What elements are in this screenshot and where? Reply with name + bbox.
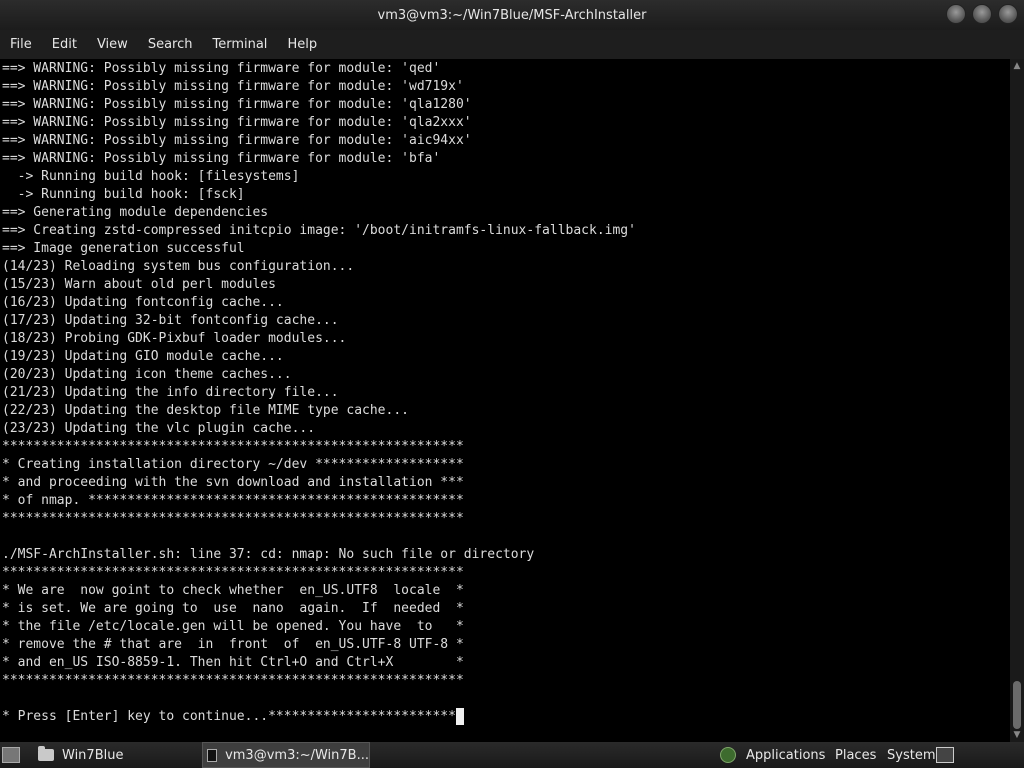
terminal-line: ./MSF-ArchInstaller.sh: line 37: cd: nma…: [2, 547, 535, 562]
window-titlebar[interactable]: vm3@vm3:~/Win7Blue/MSF-ArchInstaller: [0, 0, 1024, 30]
menu-edit[interactable]: Edit: [42, 37, 87, 52]
terminal-line: ****************************************…: [2, 439, 464, 454]
terminal-line: -> Running build hook: [filesystems]: [2, 169, 300, 184]
scroll-down-icon[interactable]: ▼: [1012, 730, 1022, 740]
terminal-line: ****************************************…: [2, 511, 464, 526]
terminal-line: * remove the # that are in front of en_U…: [2, 637, 464, 652]
folder-icon: [38, 746, 54, 761]
places-menu[interactable]: Places: [835, 742, 876, 768]
terminal-line: ==> WARNING: Possibly missing firmware f…: [2, 79, 464, 94]
terminal-line: (22/23) Updating the desktop file MIME t…: [2, 403, 409, 418]
terminal-line: (23/23) Updating the vlc plugin cache...: [2, 421, 316, 436]
menu-file[interactable]: File: [0, 37, 42, 52]
terminal-line: (16/23) Updating fontconfig cache...: [2, 295, 284, 310]
terminal-scrollbar[interactable]: ▲ ▼: [1010, 59, 1024, 742]
window-controls: [946, 4, 1018, 24]
system-menu[interactable]: System: [887, 742, 935, 768]
menu-terminal[interactable]: Terminal: [202, 37, 277, 52]
terminal-icon: [207, 748, 218, 762]
taskbar-task-folder[interactable]: Win7Blue: [38, 742, 198, 768]
taskbar-task-terminal-label: vm3@vm3:~/Win7B...: [225, 747, 369, 763]
terminal-text: ==> WARNING: Possibly missing firmware f…: [2, 60, 636, 726]
terminal-line: * is set. We are going to use nano again…: [2, 601, 464, 616]
applications-menu[interactable]: Applications: [720, 742, 825, 768]
menu-bar: File Edit View Search Terminal Help: [0, 30, 1024, 59]
taskbar-task-folder-label: Win7Blue: [62, 747, 124, 763]
menu-view[interactable]: View: [87, 37, 138, 52]
terminal-line: ****************************************…: [2, 673, 464, 688]
window-title: vm3@vm3:~/Win7Blue/MSF-ArchInstaller: [377, 7, 647, 23]
terminal-line: * the file /etc/locale.gen will be opene…: [2, 619, 464, 634]
terminal-line: ****************************************…: [2, 565, 464, 580]
terminal-line: (20/23) Updating icon theme caches...: [2, 367, 292, 382]
taskbar: Win7Blue vm3@vm3:~/Win7B... Applications…: [0, 742, 1024, 768]
taskbar-task-terminal[interactable]: vm3@vm3:~/Win7B...: [202, 742, 370, 768]
terminal-line: ==> WARNING: Possibly missing firmware f…: [2, 61, 441, 76]
terminal-line: * Press [Enter] key to continue...******…: [2, 708, 636, 726]
terminal-line: (21/23) Updating the info directory file…: [2, 385, 339, 400]
show-desktop-button[interactable]: [2, 742, 24, 768]
maximize-button[interactable]: [972, 4, 992, 24]
terminal-line: (17/23) Updating 32-bit fontconfig cache…: [2, 313, 339, 328]
places-label: Places: [835, 747, 877, 763]
scrollbar-thumb[interactable]: [1013, 681, 1021, 729]
terminal-line: ==> Creating zstd-compressed initcpio im…: [2, 223, 636, 238]
minimize-button[interactable]: [946, 4, 966, 24]
monitor-icon: [936, 747, 954, 763]
terminal-line: ==> WARNING: Possibly missing firmware f…: [2, 151, 441, 166]
terminal-line: ==> WARNING: Possibly missing firmware f…: [2, 97, 472, 112]
close-button[interactable]: [998, 4, 1018, 24]
terminal-line: ==> Generating module dependencies: [2, 205, 269, 220]
terminal-line: * of nmap. *****************************…: [2, 493, 464, 508]
terminal-output[interactable]: ==> WARNING: Possibly missing firmware f…: [0, 59, 1010, 742]
terminal-line: (19/23) Updating GIO module cache...: [2, 349, 284, 364]
system-monitor-launcher[interactable]: [936, 742, 956, 768]
menu-help[interactable]: Help: [277, 37, 327, 52]
terminal-line: (15/23) Warn about old perl modules: [2, 277, 276, 292]
show-desktop-icon: [2, 747, 20, 763]
terminal-line: -> Running build hook: [fsck]: [2, 187, 245, 202]
terminal-line: ==> WARNING: Possibly missing firmware f…: [2, 115, 472, 130]
terminal-line: ==> WARNING: Possibly missing firmware f…: [2, 133, 472, 148]
terminal-line: ==> Image generation successful: [2, 241, 245, 256]
menu-search[interactable]: Search: [138, 37, 203, 52]
terminal-line: (14/23) Reloading system bus configurati…: [2, 259, 355, 274]
terminal-line: (18/23) Probing GDK-Pixbuf loader module…: [2, 331, 347, 346]
applications-icon: [720, 747, 736, 763]
terminal-line: * Creating installation directory ~/dev …: [2, 457, 464, 472]
terminal-line: * and proceeding with the svn download a…: [2, 475, 464, 490]
scroll-up-icon[interactable]: ▲: [1012, 61, 1022, 71]
system-label: System: [887, 747, 936, 763]
terminal-line: * We are now goint to check whether en_U…: [2, 583, 464, 598]
terminal-line: * and en_US ISO-8859-1. Then hit Ctrl+O …: [2, 655, 464, 670]
applications-label: Applications: [746, 747, 826, 763]
terminal-cursor: [455, 708, 464, 725]
